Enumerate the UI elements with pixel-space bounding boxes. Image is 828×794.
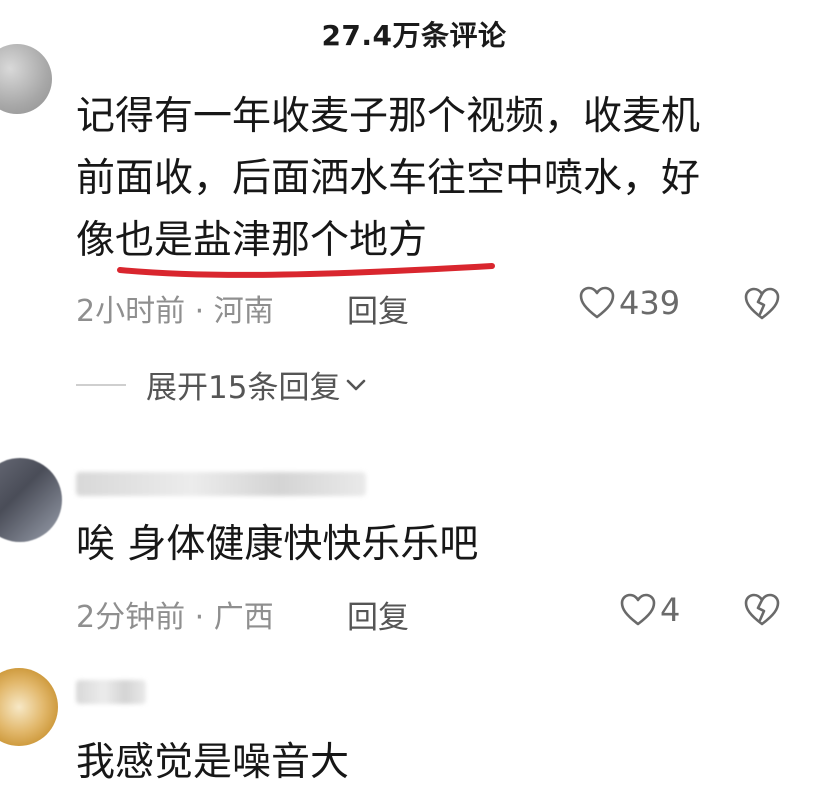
dislike-button[interactable] xyxy=(744,287,780,325)
avatar[interactable] xyxy=(0,44,52,114)
like-count: 439 xyxy=(619,284,681,322)
reply-button[interactable]: 回复 xyxy=(347,592,409,637)
username-obscured[interactable] xyxy=(76,680,146,704)
like-button[interactable]: 439 xyxy=(579,284,680,322)
expand-replies-button[interactable]: 展开15条回复 xyxy=(76,362,368,407)
comment-text-line: 唉 身体健康快快乐乐吧 xyxy=(76,522,479,567)
comment-text: 我感觉是噪音大 xyxy=(76,732,776,794)
heart-outline-icon xyxy=(620,593,656,626)
reply-button[interactable]: 回复 xyxy=(347,286,409,331)
broken-heart-icon xyxy=(744,287,780,320)
comment-count-title: 27.4万条评论 xyxy=(321,19,507,52)
heart-outline-icon xyxy=(579,286,615,319)
comment-meta: 2小时前 · 河南 xyxy=(76,294,274,329)
dislike-button[interactable] xyxy=(744,593,780,631)
chevron-down-icon xyxy=(347,379,366,390)
avatar[interactable] xyxy=(0,458,62,542)
avatar[interactable] xyxy=(0,668,58,746)
expand-replies-label: 展开15条回复 xyxy=(146,370,341,406)
red-underline-annotation xyxy=(117,263,495,278)
comment-text: 唉 身体健康快快乐乐吧 xyxy=(76,514,776,576)
like-button[interactable]: 4 xyxy=(620,591,680,629)
username-obscured[interactable] xyxy=(76,472,366,496)
divider xyxy=(76,383,126,386)
broken-heart-icon xyxy=(744,593,780,626)
comment-text-line: 记得有一年收麦子那个视频，收麦机 xyxy=(76,94,701,139)
comment-text-line: 我感觉是噪音大 xyxy=(76,740,350,785)
like-count: 4 xyxy=(660,591,681,629)
comment-text-line: 前面收，后面洒水车往空中喷水，好 xyxy=(76,156,701,201)
comment-meta: 2分钟前 · 广西 xyxy=(76,600,274,635)
comment-text: 记得有一年收麦子那个视频，收麦机 前面收，后面洒水车往空中喷水，好 像也是盐津那… xyxy=(76,86,776,272)
